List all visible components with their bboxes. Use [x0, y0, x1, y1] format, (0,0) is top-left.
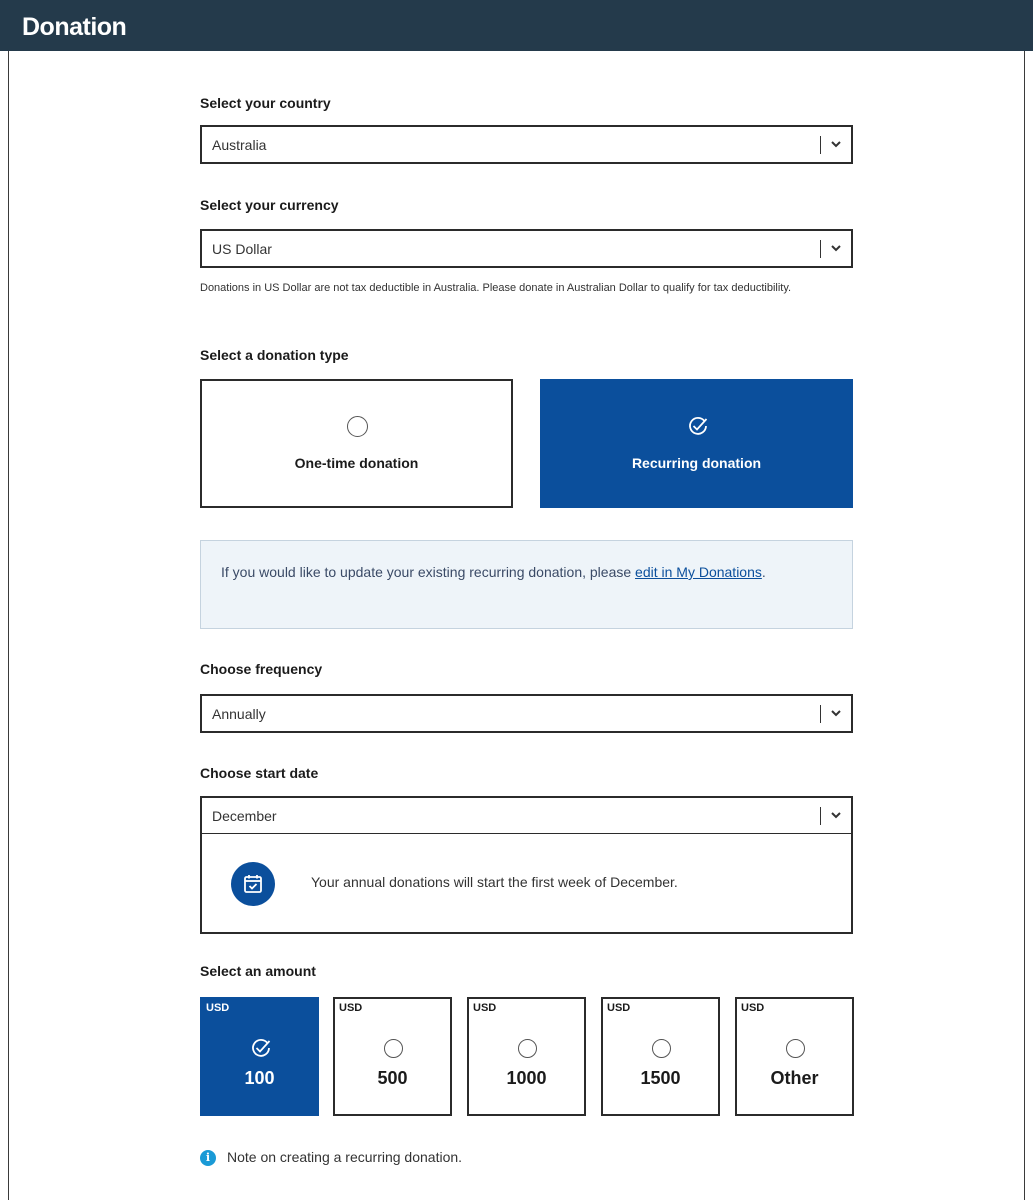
amount-option-500[interactable]: USD 500	[333, 997, 452, 1116]
one-time-donation-option[interactable]: One-time donation	[200, 379, 513, 508]
frequency-label: Choose frequency	[200, 661, 323, 677]
amount-currency: USD	[339, 1002, 363, 1014]
select-separator	[819, 705, 821, 723]
amount-currency: USD	[473, 1002, 497, 1014]
check-circle-icon	[252, 1039, 271, 1057]
amount-value: 1500	[640, 1068, 681, 1088]
radio-unchecked-icon	[652, 1039, 671, 1058]
frequency-select[interactable]: Annually	[200, 694, 853, 733]
page-title: Donation	[22, 13, 127, 41]
amount-value: 500	[377, 1068, 408, 1088]
amount-value: 100	[244, 1068, 275, 1088]
info-box: If you would like to update your existin…	[200, 540, 853, 629]
edit-my-donations-link[interactable]: edit in My Donations	[635, 564, 762, 580]
radio-unchecked-icon	[518, 1039, 537, 1058]
one-time-donation-label: One-time donation	[294, 455, 419, 471]
country-value: Australia	[212, 137, 267, 153]
info-text: If you would like to update your existin…	[221, 561, 821, 584]
select-separator	[819, 807, 821, 825]
recurring-donation-label: Recurring donation	[631, 455, 762, 471]
country-label: Select your country	[200, 95, 331, 111]
amount-option-1500[interactable]: USD 1500	[601, 997, 720, 1116]
amount-label: Select an amount	[200, 963, 316, 979]
country-select[interactable]: Australia	[200, 125, 853, 164]
start-date-select[interactable]: December	[200, 796, 853, 835]
select-separator	[819, 136, 821, 154]
radio-unchecked-icon	[384, 1039, 403, 1058]
chevron-down-icon	[831, 245, 841, 252]
chevron-down-icon	[831, 812, 841, 819]
check-circle-icon	[689, 417, 708, 435]
calendar-icon	[231, 862, 275, 906]
amount-currency: USD	[741, 1002, 765, 1014]
amount-currency: USD	[607, 1002, 631, 1014]
recurring-donation-option[interactable]: Recurring donation	[540, 379, 853, 508]
currency-select[interactable]: US Dollar	[200, 229, 853, 268]
start-date-info: Your annual donations will start the fir…	[200, 834, 853, 934]
info-text-after: .	[761, 564, 766, 580]
currency-label: Select your currency	[200, 197, 339, 213]
select-separator	[819, 240, 821, 258]
amount-value: 1000	[506, 1068, 547, 1088]
amount-option-other[interactable]: USD Other	[735, 997, 854, 1116]
currency-helper-text: Donations in US Dollar are not tax deduc…	[200, 282, 792, 294]
start-date-value: December	[212, 808, 277, 824]
frequency-value: Annually	[212, 706, 266, 722]
title-bar: Donation	[0, 0, 1033, 51]
info-icon: i	[200, 1150, 216, 1166]
amount-currency: USD	[206, 1002, 230, 1014]
chevron-down-icon	[831, 141, 841, 148]
note-text: Note on creating a recurring donation.	[227, 1149, 463, 1165]
amount-value: Other	[770, 1068, 819, 1088]
start-date-message: Your annual donations will start the fir…	[311, 874, 678, 890]
donation-type-label: Select a donation type	[200, 347, 349, 363]
amount-option-1000[interactable]: USD 1000	[467, 997, 586, 1116]
amount-option-100[interactable]: USD 100	[200, 997, 319, 1116]
chevron-down-icon	[831, 710, 841, 717]
currency-value: US Dollar	[212, 241, 272, 257]
radio-unchecked-icon	[786, 1039, 805, 1058]
start-date-label: Choose start date	[200, 765, 319, 781]
radio-unchecked-icon	[347, 416, 368, 437]
info-text-before: If you would like to update your existin…	[221, 564, 636, 580]
